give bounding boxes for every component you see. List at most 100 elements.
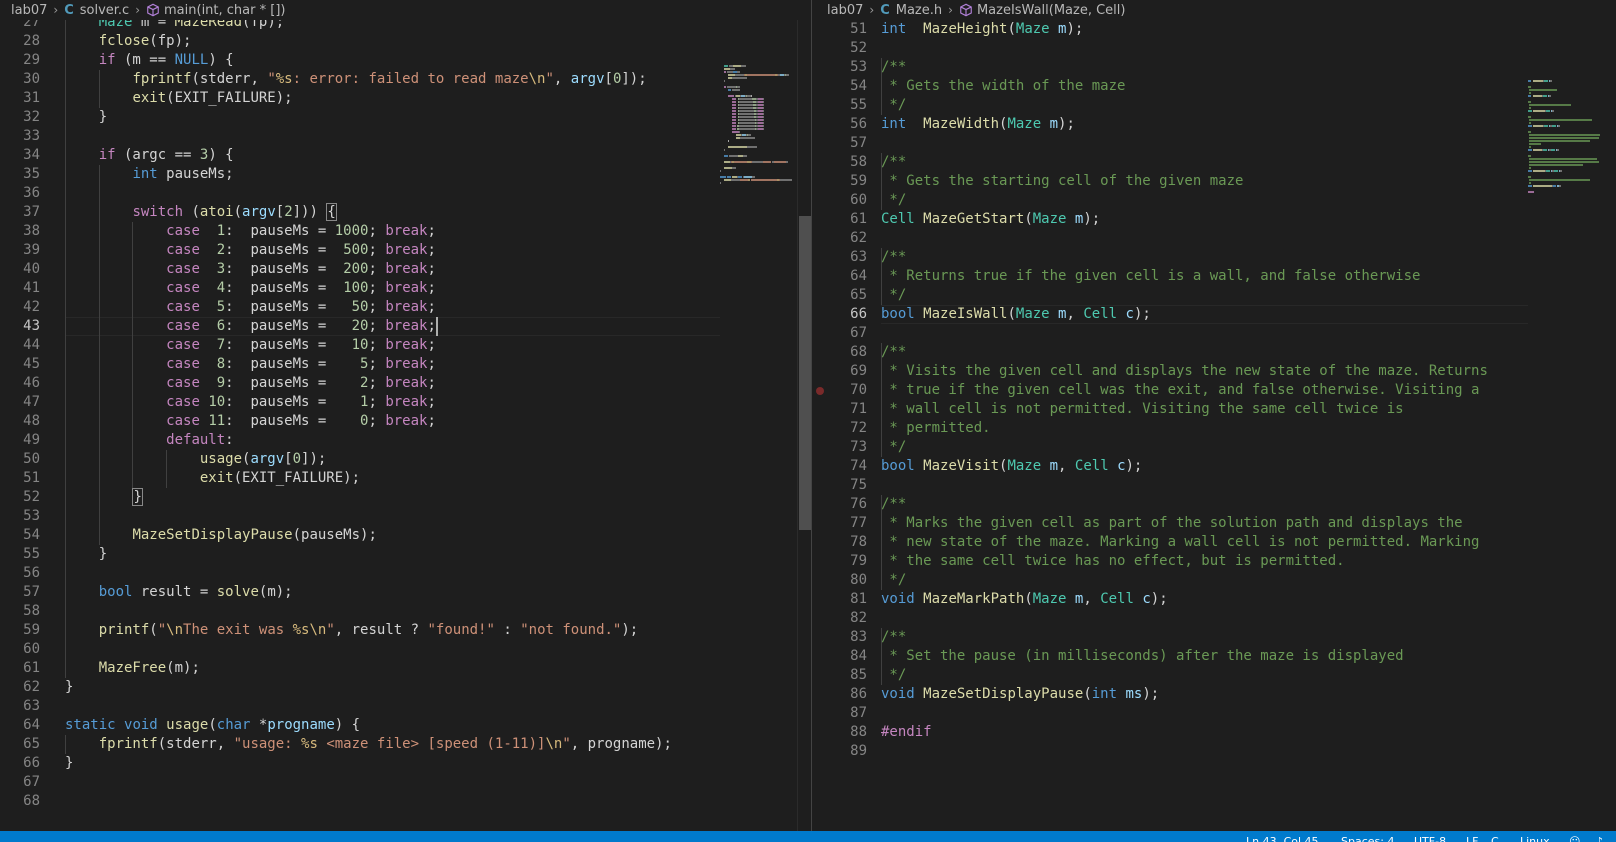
code-line[interactable]: 78 * new state of the maze. Marking a wa… [812, 533, 1528, 552]
code-line[interactable]: 59 printf("\nThe exit was %s\n", result … [0, 621, 720, 640]
code-line[interactable]: 86 void MazeSetDisplayPause(int ms); [812, 685, 1528, 704]
code-line[interactable]: 34 if (argc == 3) { [0, 146, 720, 165]
encoding[interactable]: UTF-8 [1414, 831, 1446, 842]
code-line[interactable]: 64 static void usage(char *progname) { [0, 716, 720, 735]
code-line[interactable]: 77 * Marks the given cell as part of the… [812, 514, 1528, 533]
scrollbar-thumb[interactable] [799, 216, 811, 530]
breadcrumb-folder[interactable]: lab07 [827, 3, 863, 18]
code-line[interactable]: 30 fprintf(stderr, "%s: error: failed to… [0, 70, 720, 89]
code-line[interactable]: 38 case 1: pauseMs = 1000; break; [0, 222, 720, 241]
breakpoint-icon[interactable] [816, 387, 824, 395]
code-line[interactable]: 61 MazeFree(m); [0, 659, 720, 678]
code-line[interactable]: 60 [0, 640, 720, 659]
code-line[interactable]: 53 /** [812, 58, 1528, 77]
code-line[interactable]: 43 case 6: pauseMs = 20; break; [0, 317, 720, 336]
code-line[interactable]: 36 [0, 184, 720, 203]
code-line[interactable]: 66} [0, 754, 720, 773]
code-line[interactable]: 47 case 10: pauseMs = 1; break; [0, 393, 720, 412]
code-line[interactable]: 32 } [0, 108, 720, 127]
code-line[interactable]: 88 #endif [812, 723, 1528, 742]
code-line[interactable]: 56 [0, 564, 720, 583]
breadcrumb-file[interactable]: C Maze.h [880, 3, 942, 18]
code-line[interactable]: 60 */ [812, 191, 1528, 210]
code-line[interactable]: 28 fclose(fp); [0, 32, 720, 51]
code-line[interactable]: 71 * wall cell is not permitted. Visitin… [812, 400, 1528, 419]
code-line[interactable]: 68 [0, 792, 720, 811]
code-line[interactable]: 74 bool MazeVisit(Maze m, Cell c); [812, 457, 1528, 476]
code-line[interactable]: 29 if (m == NULL) { [0, 51, 720, 70]
code-line[interactable]: 76 /** [812, 495, 1528, 514]
code-line[interactable]: 68 /** [812, 343, 1528, 362]
code-line[interactable]: 35 int pauseMs; [0, 165, 720, 184]
feedback-icon[interactable]: ☺ [1569, 831, 1580, 842]
language-mode[interactable]: C [1491, 831, 1499, 842]
breadcrumb-symbol[interactable]: MazeIsWall(Maze, Cell) [959, 3, 1125, 18]
indentation[interactable]: Spaces: 4 [1341, 831, 1394, 842]
code-line[interactable]: 37 switch (atoi(argv[2])) { [0, 203, 720, 222]
code-line[interactable]: 57 [812, 134, 1528, 153]
code-line[interactable]: 50 usage(argv[0]); [0, 450, 720, 469]
code-line[interactable]: 67 [0, 773, 720, 792]
code-line[interactable]: 51 exit(EXIT_FAILURE); [0, 469, 720, 488]
code-line[interactable]: 31 exit(EXIT_FAILURE); [0, 89, 720, 108]
minimap[interactable] [1528, 20, 1616, 831]
code-line[interactable]: 73 */ [812, 438, 1528, 457]
cursor-position[interactable]: Ln 43, Col 45 [1246, 831, 1319, 842]
breadcrumb-folder[interactable]: lab07 [11, 3, 47, 18]
code-line[interactable]: 64 * Returns true if the given cell is a… [812, 267, 1528, 286]
code-line[interactable]: 80 */ [812, 571, 1528, 590]
end-of-line[interactable]: LF [1466, 831, 1478, 842]
code-line[interactable]: 48 case 11: pauseMs = 0; break; [0, 412, 720, 431]
code-line[interactable]: 65 fprintf(stderr, "usage: %s <maze file… [0, 735, 720, 754]
code-line[interactable]: 87 [812, 704, 1528, 723]
code-line[interactable]: 53 [0, 507, 720, 526]
code-line[interactable]: 66 bool MazeIsWall(Maze m, Cell c); [812, 305, 1528, 324]
editor-pane-solver-c[interactable]: lab07 › Csolver.c › main(int, char * [])… [0, 0, 811, 831]
code-line[interactable]: 58 /** [812, 153, 1528, 172]
minimap[interactable] [720, 20, 797, 831]
code-line[interactable]: 69 * Visits the given cell and displays … [812, 362, 1528, 381]
code-editor[interactable]: 27 Maze m = MazeRead(fp); 28 fclose(fp); 2… [0, 13, 720, 831]
code-line[interactable]: 58 [0, 602, 720, 621]
breadcrumb-file[interactable]: Csolver.c [64, 3, 129, 18]
code-line[interactable]: 61 Cell MazeGetStart(Maze m); [812, 210, 1528, 229]
code-line[interactable]: 33 [0, 127, 720, 146]
code-line[interactable]: 59 * Gets the starting cell of the given… [812, 172, 1528, 191]
platform[interactable]: Linux [1520, 831, 1550, 842]
code-line[interactable]: 51 int MazeHeight(Maze m); [812, 20, 1528, 39]
code-line[interactable]: 75 [812, 476, 1528, 495]
code-line[interactable]: 54 MazeSetDisplayPause(pauseMs); [0, 526, 720, 545]
code-line[interactable]: 52 } [0, 488, 720, 507]
code-line[interactable]: 39 case 2: pauseMs = 500; break; [0, 241, 720, 260]
code-line[interactable]: 40 case 3: pauseMs = 200; break; [0, 260, 720, 279]
code-line[interactable]: 55 } [0, 545, 720, 564]
code-line[interactable]: 65 */ [812, 286, 1528, 305]
code-line[interactable]: 57 bool result = solve(m); [0, 583, 720, 602]
vertical-scrollbar[interactable] [797, 20, 811, 831]
code-line[interactable]: 81 void MazeMarkPath(Maze m, Cell c); [812, 590, 1528, 609]
code-line[interactable]: 83 /** [812, 628, 1528, 647]
code-line[interactable]: 62} [0, 678, 720, 697]
breadcrumb-symbol[interactable]: main(int, char * []) [146, 3, 285, 18]
code-line[interactable]: 46 case 9: pauseMs = 2; break; [0, 374, 720, 393]
code-line[interactable]: 41 case 4: pauseMs = 100; break; [0, 279, 720, 298]
code-line[interactable]: 55 */ [812, 96, 1528, 115]
bell-icon[interactable]: ♪ [1596, 831, 1603, 842]
code-line[interactable]: 44 case 7: pauseMs = 10; break; [0, 336, 720, 355]
code-line[interactable]: 82 [812, 609, 1528, 628]
code-line[interactable]: 72 * permitted. [812, 419, 1528, 438]
code-line[interactable]: 63 /** [812, 248, 1528, 267]
code-line[interactable]: 79 * the same cell twice has no effect, … [812, 552, 1528, 571]
code-line[interactable]: 54 * Gets the width of the maze [812, 77, 1528, 96]
code-line[interactable]: 84 * Set the pause (in milliseconds) aft… [812, 647, 1528, 666]
code-line[interactable]: 70 * true if the given cell was the exit… [812, 381, 1528, 400]
code-line[interactable]: 85 */ [812, 666, 1528, 685]
code-line[interactable]: 67 [812, 324, 1528, 343]
code-line[interactable]: 49 default: [0, 431, 720, 450]
code-line[interactable]: 42 case 5: pauseMs = 50; break; [0, 298, 720, 317]
code-line[interactable]: 63 [0, 697, 720, 716]
code-line[interactable]: 45 case 8: pauseMs = 5; break; [0, 355, 720, 374]
code-line[interactable]: 62 [812, 229, 1528, 248]
code-line[interactable]: 56 int MazeWidth(Maze m); [812, 115, 1528, 134]
code-editor[interactable]: 51 int MazeHeight(Maze m); 52 53 /** 54 * Get… [812, 20, 1528, 831]
